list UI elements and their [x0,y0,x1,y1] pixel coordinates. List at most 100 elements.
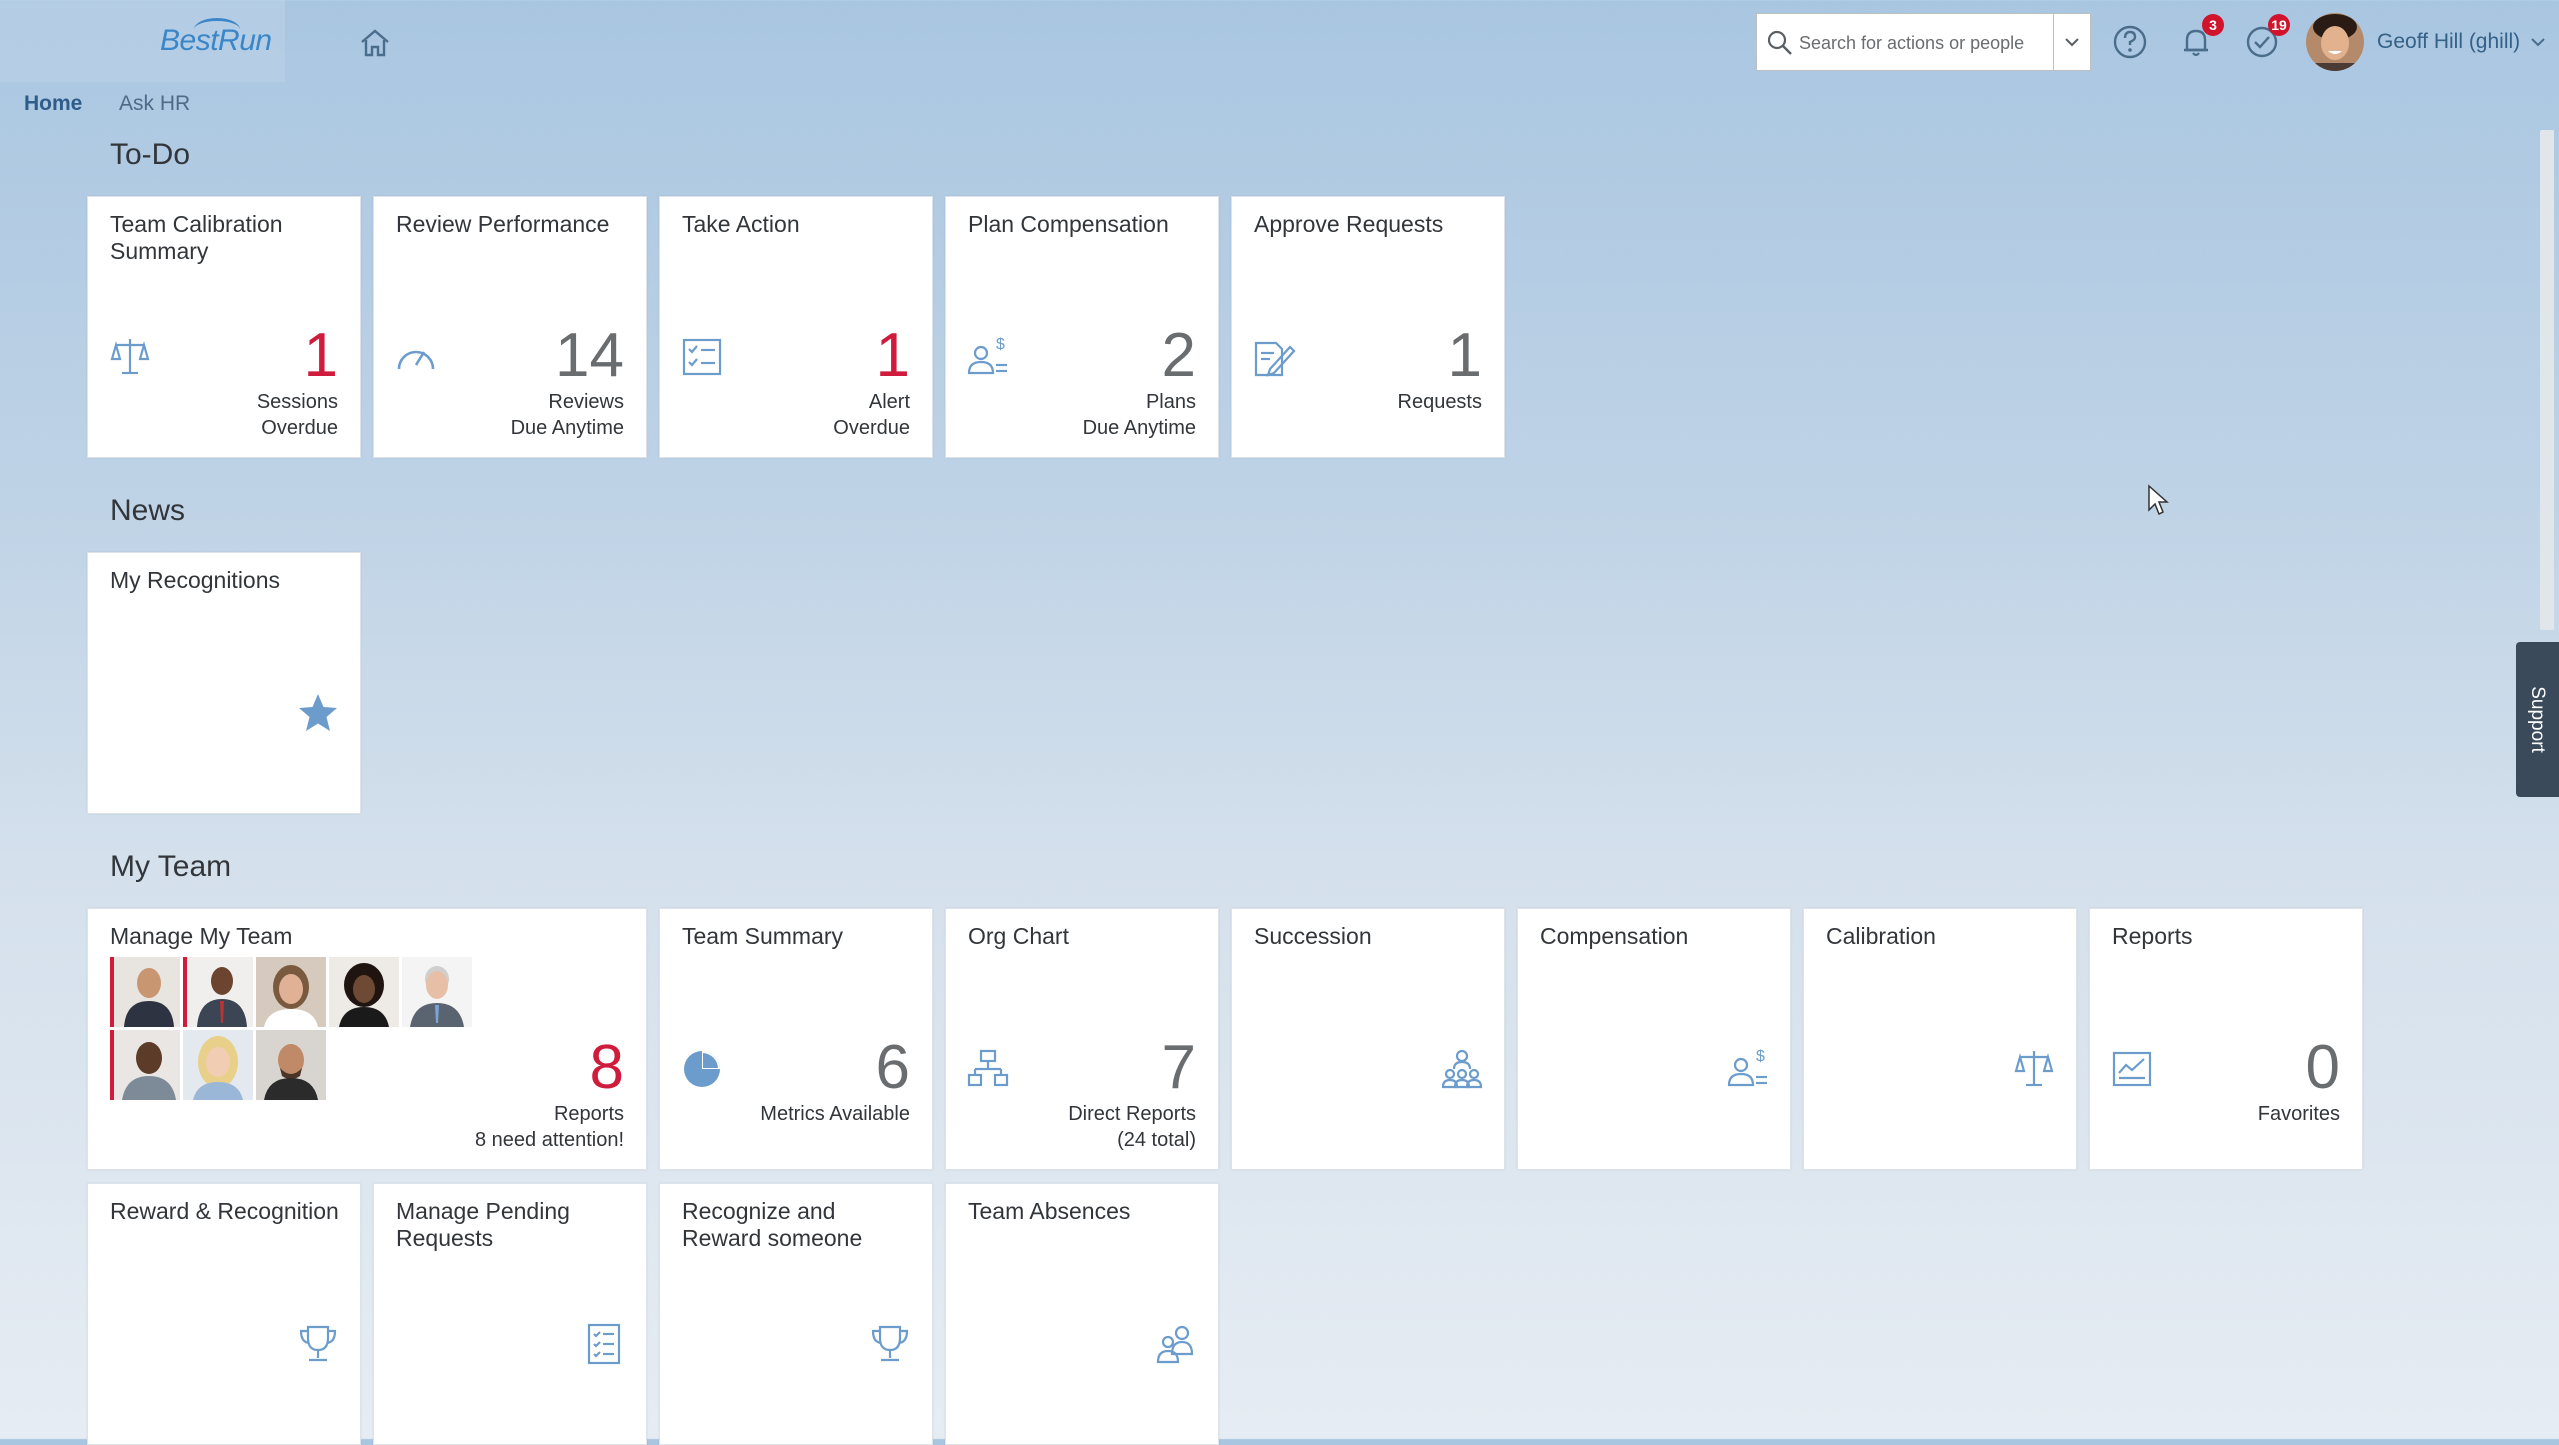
team-member-photo[interactable] [183,957,253,1027]
search-scope-dropdown[interactable] [2053,14,2090,70]
tile-title: Succession [1254,923,1372,949]
tile-approve-requests[interactable]: Approve Requests 1 Requests [1231,196,1505,458]
scale-icon [2014,1051,2054,1087]
tile-subtitle: Metrics Available [760,1103,910,1125]
team-member-photo[interactable] [402,957,472,1027]
svg-text:$: $ [1756,1048,1765,1065]
tile-number: 14 [555,321,624,390]
team-member-photo[interactable] [329,957,399,1027]
tile-title: Org Chart [968,923,1069,949]
tile-number: 1 [1447,321,1482,390]
tile-number: 1 [303,321,338,390]
tile-org-chart[interactable]: Org Chart 7 Direct Reports (24 total) [945,908,1219,1170]
notifications-button[interactable]: 3 [2176,14,2224,62]
tile-reports[interactable]: Reports 0 Favorites [2089,908,2363,1170]
chevron-down-icon[interactable] [2530,36,2546,48]
mouse-cursor-icon [2148,484,2169,516]
tile-subtitle: Reports 8 need attention! [474,1103,624,1151]
tile-title: Recognize and Reward someone [682,1198,863,1251]
tile-title: Calibration [1826,923,1936,949]
tile-succession[interactable]: Succession [1231,908,1505,1170]
tile-subtitle: Sessions Overdue [256,391,338,439]
tile-title: Reports [2112,923,2193,949]
tile-title: Reward & Recognition [110,1198,339,1224]
notifications-badge: 3 [2202,14,2224,36]
tile-manage-my-team[interactable]: Manage My Team 8 Reports 8 need attentio… [87,908,647,1170]
todo-button[interactable]: 19 [2242,14,2290,62]
help-button[interactable] [2110,22,2150,62]
tile-my-recognitions[interactable]: My Recognitions [87,552,361,814]
nav-ask-hr[interactable]: Ask HR [119,92,190,116]
tile-title: Team Summary [682,923,844,949]
person-dollar-icon: $ [1727,1048,1767,1087]
report-icon [2112,1051,2152,1087]
tile-subtitle: Direct Reports (24 total) [1068,1103,1196,1151]
tile-plan-compensation[interactable]: Plan Compensation $ 2 Plans Due Anytime [945,196,1219,458]
tile-review-performance[interactable]: Review Performance 14 Reviews Due Anytim… [373,196,647,458]
team-member-photo[interactable] [256,1030,326,1100]
gauge-icon [397,350,435,370]
tile-title: Take Action [682,211,800,237]
tile-compensation[interactable]: Compensation $ [1517,908,1791,1170]
tile-reward-recognition[interactable]: Reward & Recognition [87,1183,361,1445]
tile-number: 1 [875,321,910,390]
checklist-icon [682,338,722,376]
trophy-icon [871,1325,909,1362]
person-dollar-icon: $ [967,336,1007,375]
tile-title: Plan Compensation [968,211,1169,237]
request-list-icon [587,1323,621,1365]
tile-subtitle: Alert Overdue [833,391,910,439]
tile-title: My Recognitions [110,567,281,593]
team-member-photo[interactable] [110,1030,180,1100]
tile-subtitle: Reviews Due Anytime [510,391,624,439]
tile-title: Compensation [1540,923,1689,949]
tile-number: 6 [875,1033,910,1102]
star-icon [299,694,337,731]
section-title-my-team: My Team [110,850,232,883]
logo-text: BestRun [160,24,272,57]
chevron-down-icon [2065,38,2079,47]
nav-home[interactable]: Home [24,92,82,116]
tile-team-calibration-summary[interactable]: Team Calibration Summary 1 Sessions Over… [87,196,361,458]
search-box[interactable] [1756,13,2091,72]
people-group-icon [1441,1049,1483,1089]
home-icon[interactable] [358,28,392,58]
pie-chart-icon [684,1051,720,1087]
tile-title: Manage Pending Requests [396,1198,570,1251]
svg-text:$: $ [996,336,1005,353]
tile-number: 8 [589,1033,624,1102]
tile-number: 7 [1161,1033,1196,1102]
org-chart-icon [967,1049,1009,1087]
tile-recognize-and-reward[interactable]: Recognize and Reward someone [659,1183,933,1445]
tile-subtitle: Requests [1397,391,1483,413]
people-icon [1156,1325,1194,1364]
team-member-photo[interactable] [110,957,180,1027]
tile-title: Team Calibration Summary [110,211,283,264]
todo-badge: 19 [2268,14,2290,36]
team-photos [110,957,510,1107]
help-icon [2113,25,2147,59]
tile-subtitle: Favorites [2257,1103,2340,1125]
company-logo[interactable]: BestRun [0,0,285,82]
tile-team-summary[interactable]: Team Summary 6 Metrics Available [659,908,933,1170]
scrollbar[interactable] [2540,130,2554,630]
trophy-icon [299,1325,337,1362]
tile-calibration[interactable]: Calibration [1803,908,2077,1170]
search-input[interactable] [1797,14,2041,72]
tile-manage-pending-requests[interactable]: Manage Pending Requests [373,1183,647,1445]
user-name[interactable]: Geoff Hill (ghill) [2377,30,2520,54]
search-icon[interactable] [1765,28,1795,58]
tile-title: Manage My Team [110,923,293,949]
avatar-photo [2306,13,2364,71]
tile-take-action[interactable]: Take Action 1 Alert Overdue [659,196,933,458]
section-title-news: News [110,494,186,527]
support-button[interactable]: Support [2516,642,2559,797]
team-member-photo[interactable] [183,1030,253,1100]
tile-team-absences[interactable]: Team Absences [945,1183,1219,1445]
tile-number: 2 [1161,321,1196,390]
tile-title: Approve Requests [1254,211,1444,237]
section-title-todo: To-Do [110,138,191,171]
team-member-photo[interactable] [256,957,326,1027]
avatar[interactable] [2306,13,2364,71]
tile-title: Team Absences [968,1198,1131,1224]
